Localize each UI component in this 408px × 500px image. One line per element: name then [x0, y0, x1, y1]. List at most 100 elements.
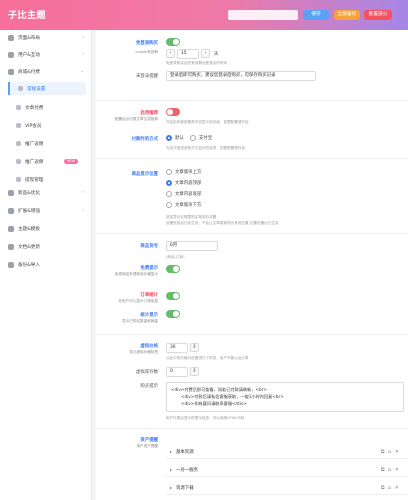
sidebar-item-backup[interactable]: 备份&导入	[0, 257, 92, 272]
sidebar-item-shop[interactable]: 商城&付费 ⌄	[0, 64, 92, 79]
toggle-switch[interactable]	[166, 108, 180, 116]
field-sublabel: 在用户中心显示订单信息	[118, 299, 158, 303]
star-icon	[8, 189, 14, 196]
virtual-stock-input[interactable]: 0	[166, 367, 188, 377]
field-sublabel: 配置后台付费文章生成推荐	[114, 117, 158, 121]
help-text: 以此中的价格为依据进行了折扣，用户不能以此计算	[166, 356, 249, 360]
radio-position-below[interactable]: 文章版块下方	[166, 202, 201, 208]
field-label: 购买提示	[140, 384, 158, 389]
radio-position-above[interactable]: 文章版块上方	[166, 169, 201, 175]
sidebar-subitem-vip[interactable]: VIP会员	[8, 119, 86, 132]
app-logo: 子比主题	[8, 11, 47, 21]
sidebar-item-theme[interactable]: 主题&模板	[0, 221, 92, 236]
sidebar-item-layout[interactable]: 页面&布局 ›	[0, 30, 92, 45]
divider	[96, 428, 408, 429]
new-badge: NEW	[63, 159, 78, 164]
divider	[96, 158, 408, 159]
virtual-price-input[interactable]: 30	[166, 343, 188, 353]
search-input[interactable]	[228, 10, 298, 20]
export-button[interactable]: 全部备份	[334, 10, 360, 20]
field-label: 免登录购买	[136, 41, 158, 46]
dot-icon	[16, 105, 21, 110]
sidebar-item-docs[interactable]: 文档&更新	[0, 239, 92, 254]
toggle-switch[interactable]	[166, 292, 180, 300]
chevron-icon: ›	[82, 208, 84, 213]
product-code-input[interactable]: 6月	[166, 241, 218, 251]
help-text: 开启后将使用推荐内容显示到页面，如需配置请开启	[166, 120, 249, 124]
toggle-switch[interactable]	[166, 38, 180, 46]
sidebar-subitem-paid-post[interactable]: 文章付费	[8, 101, 86, 114]
decrement-button[interactable]: ‹	[166, 49, 175, 58]
field-sublabel: 显示已购买数量和销量	[122, 319, 158, 323]
sidebar-subitem-rebate-2[interactable]: 推广返佣 NEW	[8, 155, 86, 168]
dot-icon	[18, 86, 23, 91]
field-label: 启用推荐	[140, 111, 158, 116]
unit-label: 天	[214, 52, 219, 57]
accordion-item[interactable]: ▸ 一对一服务 ⧉ ⌂ ✕	[166, 463, 408, 477]
radio-alipay[interactable]: 支付宝	[190, 135, 212, 141]
field-sublabel: 显示虚拟价格标签	[129, 350, 158, 354]
field-sublabel: cookie有效期	[135, 50, 158, 54]
field-label: 虚拟价格	[140, 344, 158, 349]
radio-position-bottom[interactable]: 文章内容底部	[166, 191, 201, 197]
sidebar-item-new[interactable]: 新品&优化 ›	[0, 185, 92, 200]
field-label: 商品货号	[140, 244, 158, 249]
chevron-right-icon: ▸	[170, 485, 173, 490]
save-button[interactable]: 保存	[303, 10, 329, 20]
item-tools-icon[interactable]: ⧉ ⌂ ✕	[381, 449, 400, 455]
purchase-tip-textarea[interactable]: <div>付费后即可查看，如若已付款请刷新，<br> <div>付款后请私信客服…	[166, 382, 404, 412]
stepper-button[interactable]: ⇕	[190, 343, 199, 352]
field-label: 资产提醒	[140, 438, 158, 443]
help-text: (商品-订单)	[166, 255, 185, 259]
divider	[96, 233, 408, 234]
top-bar: 子比主题 保存 全部备份 重置部分	[0, 0, 408, 30]
help-text: 选定显示在哪里购买相关的设置	[166, 215, 217, 219]
chevron-icon: ›	[82, 52, 84, 57]
radio-default[interactable]: 默认	[166, 135, 184, 141]
theme-icon	[8, 225, 14, 232]
item-tools-icon[interactable]: ⧉ ⌂ ✕	[381, 467, 400, 473]
sidebar-subitem-rebate[interactable]: 推广返佣	[8, 137, 86, 150]
reset-button[interactable]: 重置部分	[364, 10, 392, 20]
sidebar-item-extend[interactable]: 扩展&增强 ›	[0, 203, 92, 218]
shop-icon	[8, 68, 14, 75]
accordion-item[interactable]: ▸ 基本资源 ⧉ ⌂ ✕	[166, 445, 408, 459]
radio-position-top[interactable]: 文章内容顶部	[166, 180, 201, 186]
field-label: 商品显示位置	[131, 172, 158, 177]
field-label: 付款时的方式	[131, 137, 158, 142]
sidebar-subitem-general[interactable]: 常规设置	[8, 82, 86, 95]
sidebar-item-label: 用户&互动	[18, 52, 40, 58]
sidebar-item-label: 页面&布局	[18, 35, 40, 41]
divider	[96, 334, 408, 335]
stepper-button[interactable]: ⇕	[190, 367, 199, 376]
plugin-icon	[8, 207, 14, 214]
layout-icon	[8, 34, 14, 41]
days-input[interactable]: 15	[177, 49, 199, 59]
settings-panel: 免登录购买 cookie有效期 ‹ 15 › 天 免登录购买后的有效期为登录后的…	[96, 30, 408, 500]
item-tools-icon[interactable]: ⧉ ⌂ ✕	[381, 485, 400, 491]
sidebar: 页面&布局 › 用户&互动 › 商城&付费 ⌄ 常规设置 文章付费 VIP会员 …	[0, 30, 92, 500]
field-label: 虚拟库存数	[136, 370, 158, 375]
toggle-switch[interactable]	[166, 265, 180, 273]
field-sublabel: 免费商品处理商品价格显示	[114, 272, 158, 276]
help-text: 免登录购买后的有效期为登录后的时间	[166, 61, 228, 65]
chevron-icon: ›	[82, 190, 84, 195]
sidebar-item-user[interactable]: 用户&互动 ›	[0, 47, 92, 62]
text-input[interactable]: 登录后即可购买，建议您登录后购买，可保存购买记录	[166, 71, 316, 81]
chevron-right-icon: ▸	[170, 449, 173, 454]
doc-icon	[8, 243, 14, 250]
field-sublabel: 用户资产提醒	[136, 444, 158, 448]
chevron-icon: ›	[82, 35, 84, 40]
dot-icon	[16, 177, 21, 182]
help-text: 为支付宝或其他方式显示的选项，如需配置请开启	[166, 146, 246, 150]
chevron-right-icon: ▸	[170, 467, 173, 472]
dot-icon	[16, 141, 21, 146]
dot-icon	[16, 159, 21, 164]
toggle-switch[interactable]	[166, 310, 180, 318]
field-label: 统计显示	[140, 313, 158, 318]
field-label: 订单统计	[140, 293, 158, 298]
field-label: 未登录提醒	[136, 74, 158, 79]
accordion-item[interactable]: ▸ 资源下载 ⧉ ⌂ ✕	[166, 481, 408, 495]
increment-button[interactable]: ›	[201, 49, 210, 58]
divider	[96, 100, 408, 101]
